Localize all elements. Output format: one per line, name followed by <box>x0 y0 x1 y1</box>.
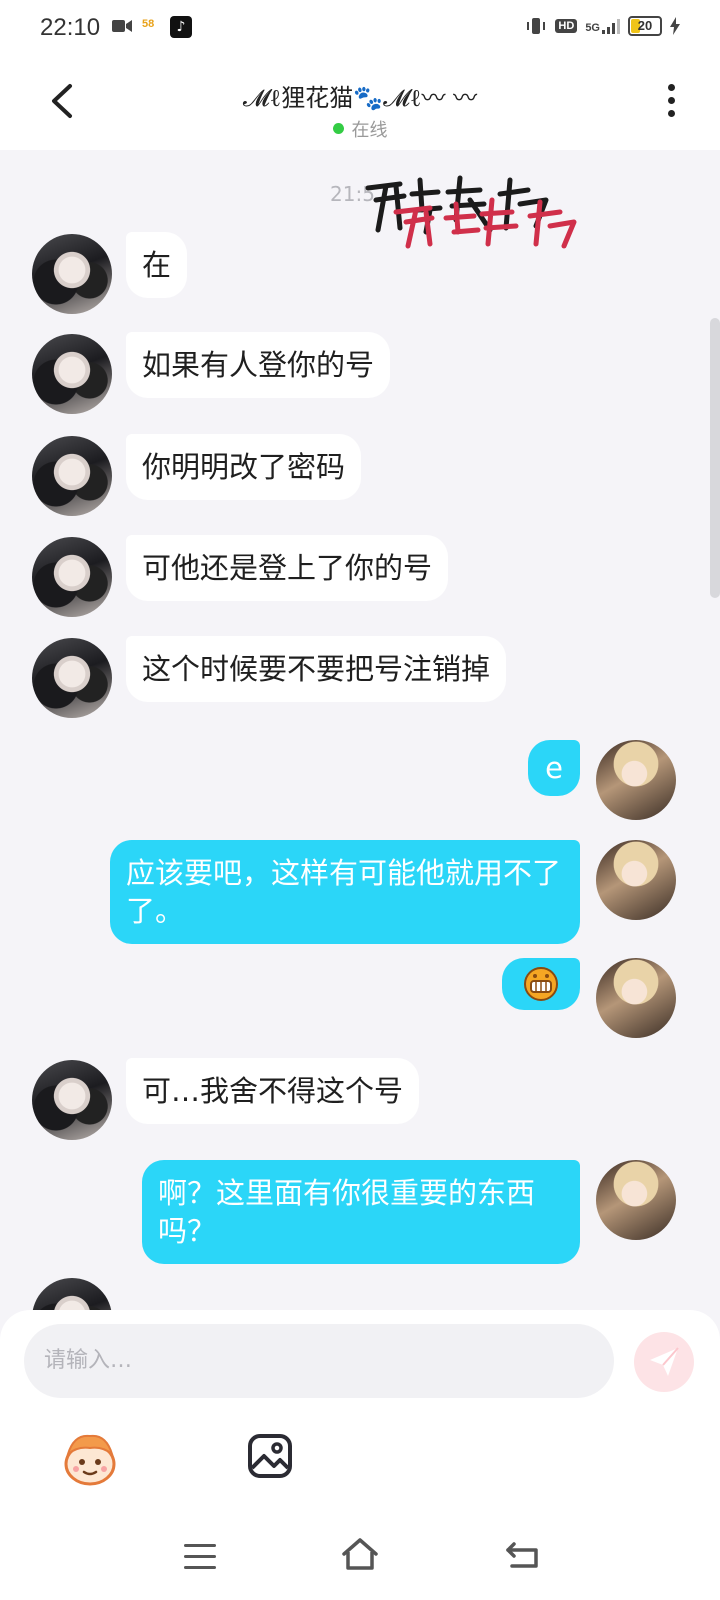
message-list[interactable]: 21:5 在 如果有人登你的号 你明明改了密码 可他还是登上了你的号 这个时候要… <box>0 150 720 1310</box>
send-button[interactable] <box>634 1332 694 1392</box>
app-58-icon: 58 <box>142 18 155 30</box>
battery-level: 20 <box>637 18 653 33</box>
battery-icon: 20 <box>628 16 662 36</box>
avatar[interactable] <box>32 1278 112 1310</box>
message-bubble-sent[interactable] <box>502 958 580 1010</box>
message-bubble-received[interactable]: 如果有人登你的号 <box>126 332 391 398</box>
charging-icon <box>670 17 680 35</box>
message-bubble-received[interactable]: 在 <box>126 232 188 298</box>
network-label: 5G <box>585 22 600 34</box>
tiktok-icon: ♪ <box>170 16 192 38</box>
nav-back-icon[interactable] <box>504 1540 540 1570</box>
message-bubble-received[interactable]: 你明明改了密码 <box>126 434 362 500</box>
status-time: 22:10 <box>40 14 101 41</box>
message-bubble-received[interactable]: 这个时候要不要把号注销掉 <box>126 636 507 702</box>
avatar[interactable] <box>32 537 112 617</box>
message-bubble-sent[interactable]: e <box>528 740 580 796</box>
video-icon <box>112 20 132 32</box>
grin-emoji-icon <box>524 967 558 1001</box>
network-group: 5G <box>585 18 620 34</box>
avatar[interactable] <box>596 1160 676 1240</box>
message-input[interactable]: 请输入… <box>24 1324 614 1398</box>
sticker-overlay <box>365 175 577 249</box>
hd-badge: HD <box>555 19 578 33</box>
avatar[interactable] <box>32 334 112 414</box>
emoji-sticker-icon[interactable] <box>60 1428 120 1488</box>
avatar[interactable] <box>32 1060 112 1140</box>
nav-menu-icon[interactable] <box>184 1544 216 1569</box>
image-icon[interactable] <box>246 1432 294 1480</box>
status-right-group: HD 5G 20 <box>525 16 680 36</box>
avatar[interactable] <box>32 638 112 718</box>
avatar[interactable] <box>596 740 676 820</box>
chat-header: 𝓜ℓ狸花猫🐾𝓜ℓ〰 〰 在线 <box>0 56 720 150</box>
avatar[interactable] <box>596 840 676 920</box>
message-bubble-sent[interactable]: 啊？这里面有你很重要的东西吗？ <box>142 1160 580 1264</box>
signal-icon <box>602 19 620 34</box>
nav-home-icon[interactable] <box>340 1536 380 1572</box>
chat-title[interactable]: 𝓜ℓ狸花猫🐾𝓜ℓ〰 〰 <box>0 78 720 113</box>
message-bubble-sent[interactable]: 应该要吧，这样有可能他就用不了了。 <box>110 840 580 944</box>
vibrate-icon <box>527 18 546 34</box>
online-status-label: 在线 <box>351 120 388 141</box>
message-bubble-received[interactable]: 可他还是登上了你的号 <box>126 535 449 601</box>
avatar[interactable] <box>596 958 676 1038</box>
scrollbar[interactable] <box>710 318 720 598</box>
message-bubble-received[interactable]: 可…我舍不得这个号 <box>126 1058 420 1124</box>
online-dot-icon <box>332 123 344 134</box>
avatar[interactable] <box>32 234 112 314</box>
avatar[interactable] <box>32 436 112 516</box>
send-icon <box>650 1347 679 1376</box>
status-bar: 22:10 58 ♪ HD 5G 20 <box>0 0 720 56</box>
more-options-icon[interactable] <box>664 84 678 124</box>
online-status: 在线 <box>0 116 720 142</box>
